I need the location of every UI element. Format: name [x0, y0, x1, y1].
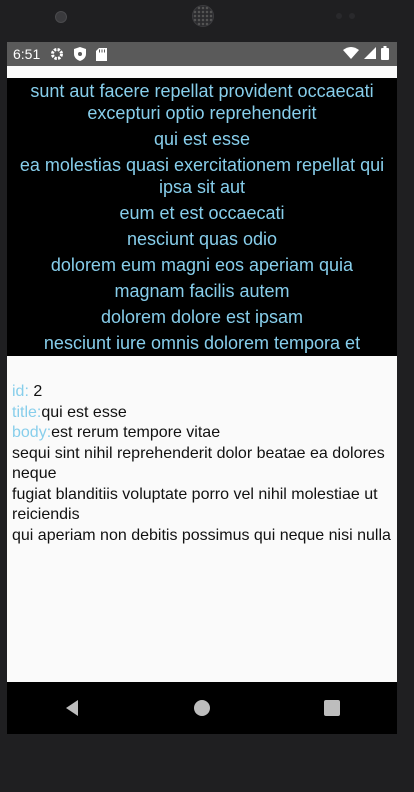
speaker-grille [192, 5, 214, 27]
recents-icon [324, 700, 340, 716]
battery-icon [381, 45, 389, 63]
body-label: body: [12, 424, 52, 441]
back-button[interactable] [42, 688, 102, 728]
device-bezel [0, 0, 414, 42]
home-button[interactable] [172, 688, 232, 728]
signal-icon [364, 46, 376, 62]
sensor-dot [349, 13, 355, 19]
camera-icon [55, 11, 67, 23]
list-item[interactable]: dolorem dolore est ipsam [7, 306, 397, 328]
detail-id-row: id: 2 [12, 382, 397, 403]
id-value: 2 [28, 383, 43, 400]
list-item[interactable]: eum et est occaecati [7, 202, 397, 224]
post-detail: id: 2 title:qui est esse body:est rerum … [7, 356, 397, 682]
sd-card-icon [96, 47, 108, 61]
recents-button[interactable] [302, 688, 362, 728]
wifi-icon [343, 46, 359, 62]
home-icon [194, 700, 210, 716]
back-icon [66, 700, 78, 716]
list-item[interactable]: dolorem eum magni eos aperiam quia [7, 254, 397, 276]
detail-body-row: body:est rerum tempore vitae sequi sint … [12, 423, 397, 546]
sensor-dot [336, 13, 342, 19]
list-item[interactable]: nesciunt iure omnis dolorem tempora et [7, 332, 397, 354]
body-value: est rerum tempore vitae sequi sint nihil… [12, 424, 391, 544]
list-item[interactable]: magnam facilis autem [7, 280, 397, 302]
app-bar [7, 66, 397, 78]
list-item[interactable]: qui est esse [7, 128, 397, 150]
phone-screen: 6:51 sunt aut facere repellat provident … [7, 42, 397, 734]
title-value: qui est esse [41, 403, 127, 421]
status-time: 6:51 [13, 46, 41, 62]
status-bar: 6:51 [7, 42, 397, 66]
list-item[interactable]: sunt aut facere repellat provident occae… [7, 80, 397, 124]
list-item[interactable]: nesciunt quas odio [7, 228, 397, 250]
shield-icon [74, 47, 87, 61]
gear-icon [50, 47, 64, 61]
id-label: id: [12, 383, 29, 400]
system-nav-bar [7, 682, 397, 734]
detail-title-row: title:qui est esse [12, 403, 397, 424]
post-list[interactable]: sunt aut facere repellat provident occae… [7, 78, 397, 356]
list-item[interactable]: ea molestias quasi exercitationem repell… [7, 154, 397, 198]
title-label: title: [12, 403, 42, 421]
